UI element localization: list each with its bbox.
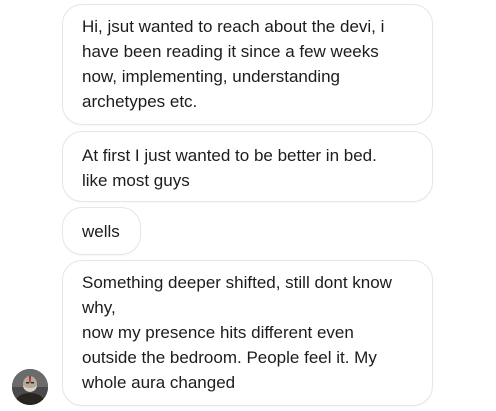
avatar-image — [12, 369, 48, 405]
user-avatar-icon[interactable] — [12, 369, 48, 405]
message-bubble: Hi, jsut wanted to reach about the devi,… — [62, 4, 433, 125]
message-bubble: Something deeper shifted, still dont kno… — [62, 260, 433, 406]
message-thread: Hi, jsut wanted to reach about the devi,… — [0, 0, 496, 411]
message-bubble: wells — [62, 207, 141, 255]
message-bubble: At first I just wanted to be better in b… — [62, 131, 433, 202]
